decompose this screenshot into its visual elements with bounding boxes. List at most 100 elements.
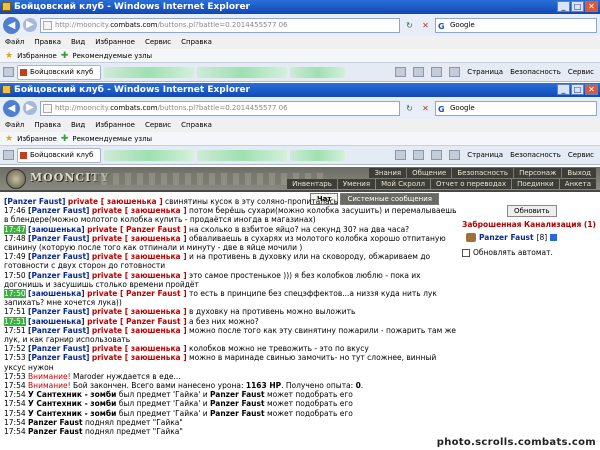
favorites-button[interactable]: Избранное: [17, 52, 57, 60]
chat-private-tag[interactable]: private [ заюшенька ]: [92, 271, 187, 280]
address-input[interactable]: http://mooncity.combats.com/buttons.pl?b…: [40, 17, 400, 33]
close-button[interactable]: ✕: [585, 1, 598, 12]
suggested-sites-link[interactable]: Рекомендуемые узлы: [72, 52, 152, 60]
menu-skills[interactable]: Умения: [337, 179, 376, 189]
menu-exit[interactable]: Выход: [562, 168, 596, 178]
feeds-icon[interactable]: [413, 150, 425, 160]
print-icon[interactable]: [449, 150, 461, 160]
search-input[interactable]: G Google: [435, 100, 597, 116]
player-action-icon[interactable]: [466, 233, 476, 242]
menu-view[interactable]: Вид: [71, 36, 85, 49]
menu-chat[interactable]: Общение: [407, 168, 452, 178]
chat-private-tag[interactable]: private [ заюшенька ]: [92, 353, 187, 362]
chat-private-tag[interactable]: private [ заюшенька ]: [92, 326, 187, 335]
favorites-star-icon[interactable]: ★: [5, 51, 13, 61]
favorites-button[interactable]: Избранное: [17, 135, 57, 143]
chat-sender[interactable]: [Panzer Faust]: [28, 206, 89, 215]
menu-file[interactable]: Файл: [5, 119, 24, 132]
chat-private-tag[interactable]: private [ заюшенька ]: [92, 307, 187, 316]
menu-knowledge[interactable]: Знания: [369, 168, 407, 178]
chat-sender[interactable]: [заюшенька]: [28, 225, 85, 234]
player-entry[interactable]: Panzer Faust [8]: [462, 233, 600, 242]
chat-private-tag[interactable]: private [ заюшенька ]: [92, 344, 187, 353]
tab-blurred[interactable]: [197, 149, 287, 161]
chat-private-tag[interactable]: private [ заюшенька ]: [92, 234, 187, 243]
tab-blurred[interactable]: [290, 66, 345, 78]
stop-icon[interactable]: ✕: [419, 102, 432, 115]
close-button[interactable]: ✕: [585, 84, 598, 95]
address-input[interactable]: http://mooncity.combats.com/buttons.pl?b…: [40, 100, 400, 116]
maximize-button[interactable]: □: [571, 1, 584, 12]
chat-sender[interactable]: [Panzer Faust]: [28, 344, 89, 353]
back-button[interactable]: ◀: [3, 16, 20, 34]
chat-sender[interactable]: [Panzer Faust]: [28, 271, 89, 280]
menu-view[interactable]: Вид: [71, 119, 85, 132]
suggested-sites-link[interactable]: Рекомендуемые узлы: [72, 135, 152, 143]
chat-sender[interactable]: [заюшенька]: [28, 289, 85, 298]
tab-active[interactable]: Бойцовский клуб: [17, 147, 101, 163]
chat-sender[interactable]: [Panzer Faust]: [28, 307, 89, 316]
chat-sender[interactable]: [Panzer Faust]: [28, 353, 89, 362]
auto-refresh-checkbox[interactable]: [462, 248, 470, 257]
chat-sender[interactable]: [Panzer Faust]: [28, 326, 89, 335]
maximize-button[interactable]: □: [571, 84, 584, 95]
tab-blurred[interactable]: [104, 66, 194, 78]
add-favorite-icon[interactable]: ✚: [61, 134, 69, 144]
menu-edit[interactable]: Правка: [34, 36, 61, 49]
home-icon[interactable]: [395, 150, 407, 160]
feeds-icon[interactable]: [413, 67, 425, 77]
chat-private-tag[interactable]: private [ заюшенька ]: [68, 197, 163, 206]
chat-private-tag[interactable]: private [ заюшенька ]: [92, 206, 187, 215]
menu-fights[interactable]: Поединки: [512, 179, 559, 189]
back-button[interactable]: ◀: [3, 99, 20, 117]
menu-transfers[interactable]: Отчет о переводах: [430, 179, 512, 189]
tools-menu[interactable]: Сервис: [568, 68, 594, 76]
mail-icon[interactable]: [431, 150, 443, 160]
menu-my-scroll[interactable]: Мой Скролл: [376, 179, 430, 189]
safety-menu[interactable]: Безопасность: [510, 151, 561, 159]
minimize-button[interactable]: _: [557, 1, 570, 12]
tools-menu[interactable]: Сервис: [568, 151, 594, 159]
add-favorite-icon[interactable]: ✚: [61, 51, 69, 61]
menu-help[interactable]: Справка: [181, 36, 212, 49]
page-menu[interactable]: Страница: [467, 151, 503, 159]
menu-favorites[interactable]: Избранное: [95, 36, 135, 49]
menu-security[interactable]: Безопасность: [452, 168, 514, 178]
forward-button[interactable]: ▶: [23, 18, 37, 32]
menu-tools[interactable]: Сервис: [145, 119, 171, 132]
chat-sender[interactable]: [Panzer Faust]: [28, 252, 89, 261]
page-menu[interactable]: Страница: [467, 68, 503, 76]
chat-private-tag[interactable]: private [ Panzer Faust ]: [87, 317, 187, 326]
player-info-icon[interactable]: [550, 234, 558, 241]
tab-blurred[interactable]: [197, 66, 287, 78]
refresh-button[interactable]: Обновить: [507, 205, 557, 217]
tab-blurred[interactable]: [290, 149, 345, 161]
menu-edit[interactable]: Правка: [34, 119, 61, 132]
tab-active[interactable]: Бойцовский клуб: [17, 64, 101, 80]
search-input[interactable]: G Google: [435, 17, 597, 33]
chat-sender[interactable]: [заюшенька]: [28, 317, 85, 326]
menu-file[interactable]: Файл: [5, 36, 24, 49]
stop-icon[interactable]: ✕: [419, 19, 432, 32]
chat-private-tag[interactable]: private [ Panzer Faust ]: [87, 289, 187, 298]
quick-tabs-icon[interactable]: [3, 67, 14, 77]
menu-help[interactable]: Справка: [181, 119, 212, 132]
player-name[interactable]: Panzer Faust: [479, 233, 534, 242]
auto-refresh-row[interactable]: Обновлять автомат.: [462, 248, 600, 257]
chat-private-tag[interactable]: private [ заюшенька ]: [92, 252, 187, 261]
home-icon[interactable]: [395, 67, 407, 77]
favorites-star-icon[interactable]: ★: [5, 134, 13, 144]
menu-tools[interactable]: Сервис: [145, 36, 171, 49]
print-icon[interactable]: [449, 67, 461, 77]
refresh-icon[interactable]: ↻: [403, 19, 416, 32]
forward-button[interactable]: ▶: [23, 101, 37, 115]
chat-private-tag[interactable]: private [ Panzer Faust ]: [87, 225, 187, 234]
chat-sender[interactable]: [Panzer Faust]: [28, 234, 89, 243]
menu-inventory[interactable]: Инвентарь: [287, 179, 337, 189]
refresh-icon[interactable]: ↻: [403, 102, 416, 115]
tab-blurred[interactable]: [104, 149, 194, 161]
menu-character[interactable]: Персонаж: [514, 168, 562, 178]
menu-profile[interactable]: Анкета: [559, 179, 596, 189]
chat-sender[interactable]: [Panzer Faust]: [4, 197, 65, 206]
quick-tabs-icon[interactable]: [3, 150, 14, 160]
